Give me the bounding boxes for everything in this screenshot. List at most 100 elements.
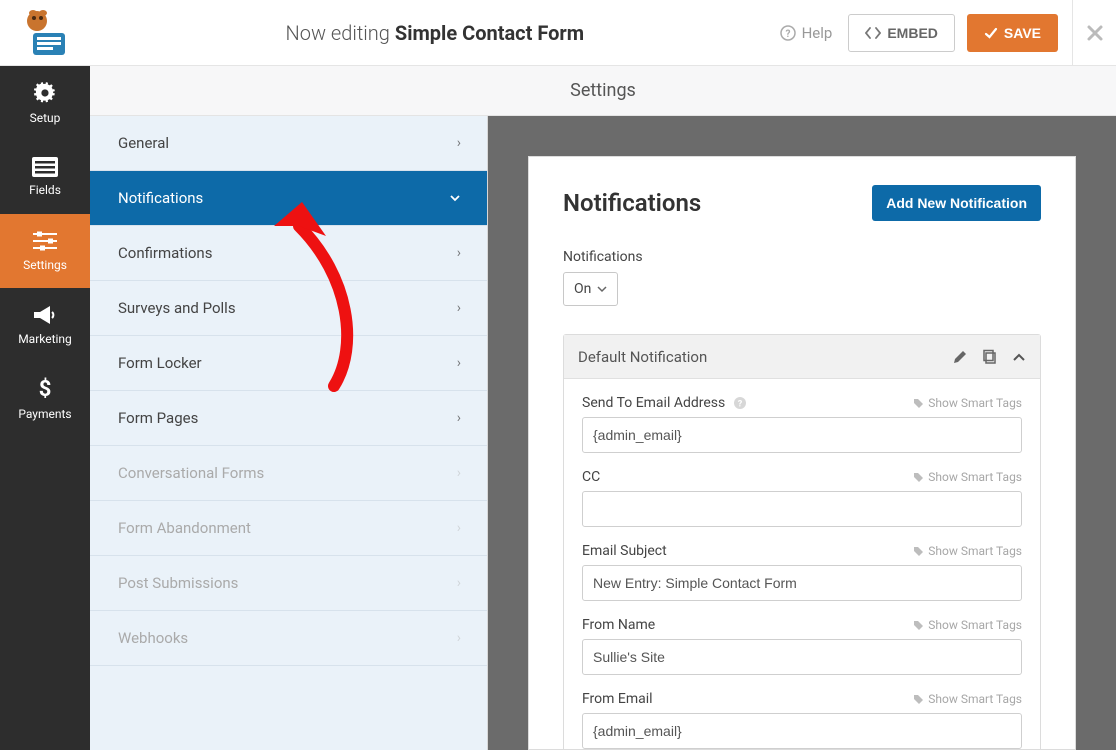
settings-item-label: Surveys and Polls: [118, 299, 236, 317]
label-send-to: Send To Email Address ?: [582, 395, 747, 411]
chevron-right-icon: ›: [457, 575, 461, 591]
settings-item-form-locker[interactable]: Form Locker ›: [90, 336, 487, 391]
settings-item-label: Form Abandonment: [118, 519, 251, 537]
chevron-right-icon: ›: [457, 245, 461, 261]
smart-tags-label: Show Smart Tags: [928, 470, 1022, 484]
chevron-right-icon: ›: [457, 465, 461, 481]
app-logo: [0, 0, 90, 66]
settings-item-label: Post Submissions: [118, 574, 238, 592]
dollar-icon: $: [37, 377, 53, 401]
settings-item-form-pages[interactable]: Form Pages ›: [90, 391, 487, 446]
body-split: General › Notifications Confirmations › …: [90, 116, 1116, 750]
from-name-input[interactable]: [582, 639, 1022, 675]
settings-item-label: Form Locker: [118, 354, 202, 372]
settings-item-surveys[interactable]: Surveys and Polls ›: [90, 281, 487, 336]
embed-label: EMBED: [887, 25, 938, 41]
settings-item-webhooks[interactable]: Webhooks ›: [90, 611, 487, 666]
tag-icon: [913, 694, 924, 705]
form-name: Simple Contact Form: [395, 21, 584, 45]
copy-icon[interactable]: [982, 349, 998, 365]
row-send-to: Send To Email Address ? Show Smart Tags: [582, 395, 1022, 453]
toggle-value: On: [574, 281, 591, 297]
label-from-email: From Email: [582, 691, 653, 707]
smart-tags-link[interactable]: Show Smart Tags: [913, 692, 1022, 706]
chevron-right-icon: ›: [457, 520, 461, 536]
close-icon: [1086, 24, 1104, 42]
check-icon: [984, 26, 998, 40]
notifications-toggle-select[interactable]: On: [563, 272, 618, 306]
card-title: Default Notification: [578, 348, 707, 366]
smart-tags-link[interactable]: Show Smart Tags: [913, 470, 1022, 484]
notifications-toggle-block: Notifications On: [563, 249, 1041, 306]
save-button[interactable]: SAVE: [967, 14, 1058, 52]
wpforms-logo-icon: [21, 9, 69, 57]
nav-item-payments[interactable]: $ Payments: [0, 362, 90, 436]
top-bar: Now editing Simple Contact Form ? Help E…: [0, 0, 1116, 66]
send-to-input[interactable]: [582, 417, 1022, 453]
row-from-email: From Email Show Smart Tags: [582, 691, 1022, 749]
settings-item-label: Webhooks: [118, 629, 188, 647]
nav-item-setup[interactable]: Setup: [0, 66, 90, 140]
list-icon: [32, 157, 58, 177]
chevron-up-icon[interactable]: [1012, 350, 1026, 364]
notification-card: Default Notification: [563, 334, 1041, 750]
settings-item-notifications[interactable]: Notifications: [90, 171, 487, 226]
nav-label: Setup: [30, 111, 61, 125]
editing-prefix: Now editing: [286, 21, 390, 45]
chevron-right-icon: ›: [457, 410, 461, 426]
add-notification-button[interactable]: Add New Notification: [872, 185, 1041, 221]
settings-item-label: Notifications: [118, 189, 203, 207]
svg-text:$: $: [39, 377, 52, 401]
chevron-down-icon: [597, 284, 607, 294]
card-head-actions: [952, 349, 1026, 365]
nav-label: Marketing: [18, 332, 72, 346]
nav-item-fields[interactable]: Fields: [0, 140, 90, 214]
chevron-right-icon: ›: [457, 300, 461, 316]
tag-icon: [913, 398, 924, 409]
subject-input[interactable]: [582, 565, 1022, 601]
close-button[interactable]: [1072, 0, 1116, 66]
gear-icon: [33, 81, 57, 105]
help-icon: ?: [780, 25, 796, 41]
settings-item-conversational-forms[interactable]: Conversational Forms ›: [90, 446, 487, 501]
cc-input[interactable]: [582, 491, 1022, 527]
label-cc: CC: [582, 469, 600, 485]
panel-head: Notifications Add New Notification: [563, 185, 1041, 221]
settings-menu: General › Notifications Confirmations › …: [90, 116, 488, 750]
row-from-name: From Name Show Smart Tags: [582, 617, 1022, 675]
card-head: Default Notification: [564, 335, 1040, 379]
nav-label: Payments: [18, 407, 71, 421]
nav-item-settings[interactable]: Settings: [0, 214, 90, 288]
embed-button[interactable]: EMBED: [848, 14, 955, 52]
smart-tags-label: Show Smart Tags: [928, 618, 1022, 632]
label-from-name: From Name: [582, 617, 655, 633]
row-subject: Email Subject Show Smart Tags: [582, 543, 1022, 601]
smart-tags-link[interactable]: Show Smart Tags: [913, 618, 1022, 632]
settings-item-general[interactable]: General ›: [90, 116, 487, 171]
help-link[interactable]: ? Help: [780, 24, 833, 42]
settings-item-label: Form Pages: [118, 409, 198, 427]
from-email-input[interactable]: [582, 713, 1022, 749]
label-subject: Email Subject: [582, 543, 667, 559]
tag-icon: [913, 546, 924, 557]
settings-item-label: Conversational Forms: [118, 464, 264, 482]
row-cc: CC Show Smart Tags: [582, 469, 1022, 527]
settings-item-form-abandonment[interactable]: Form Abandonment ›: [90, 501, 487, 556]
svg-text:?: ?: [738, 400, 743, 410]
nav-label: Settings: [23, 258, 67, 272]
nav-item-marketing[interactable]: Marketing: [0, 288, 90, 362]
pencil-icon[interactable]: [952, 349, 968, 365]
smart-tags-label: Show Smart Tags: [928, 544, 1022, 558]
editing-title: Now editing Simple Contact Form: [90, 21, 780, 45]
smart-tags-link[interactable]: Show Smart Tags: [913, 396, 1022, 410]
help-icon[interactable]: ?: [733, 396, 747, 410]
label-text: Send To Email Address: [582, 395, 725, 411]
chevron-right-icon: ›: [457, 135, 461, 151]
settings-item-label: Confirmations: [118, 244, 212, 262]
settings-item-post-submissions[interactable]: Post Submissions ›: [90, 556, 487, 611]
settings-item-confirmations[interactable]: Confirmations ›: [90, 226, 487, 281]
body-area: Settings General › Notifications Confirm…: [90, 66, 1116, 750]
sliders-icon: [33, 230, 57, 252]
tag-icon: [913, 620, 924, 631]
smart-tags-link[interactable]: Show Smart Tags: [913, 544, 1022, 558]
